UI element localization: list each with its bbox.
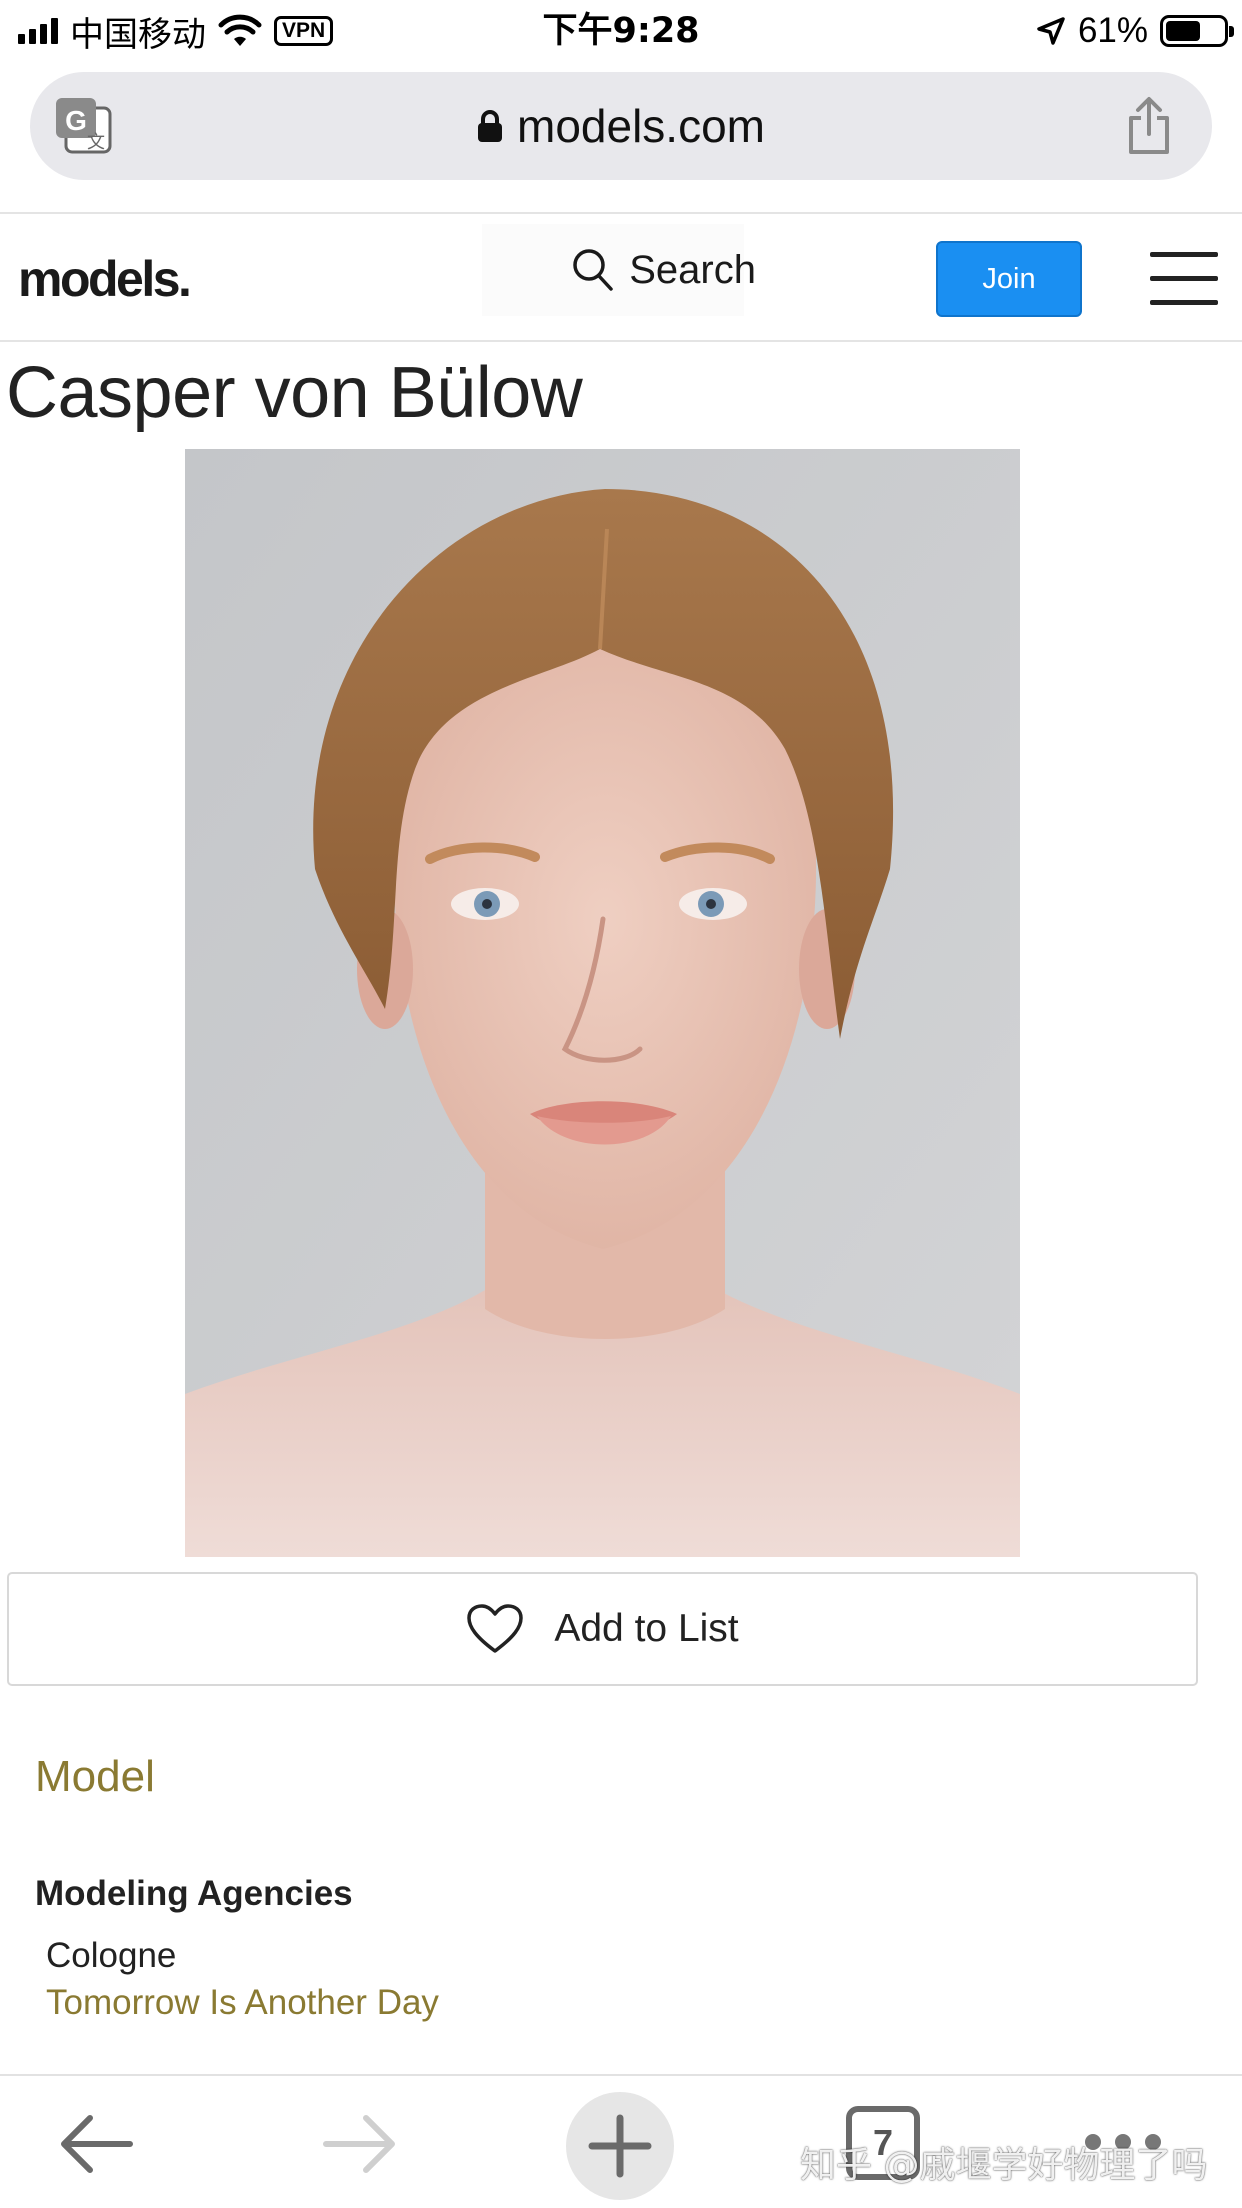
share-icon[interactable] bbox=[1124, 96, 1174, 156]
model-category[interactable]: Model bbox=[35, 1752, 155, 1802]
site-header: models. Search Join bbox=[0, 212, 1242, 342]
site-logo[interactable]: models. bbox=[18, 250, 192, 308]
join-button[interactable]: Join bbox=[936, 241, 1082, 317]
tabs-icon[interactable]: 7 bbox=[846, 2106, 920, 2180]
agency-link[interactable]: Tomorrow Is Another Day bbox=[46, 1983, 439, 2023]
battery-icon bbox=[1160, 15, 1234, 47]
lock-icon bbox=[478, 110, 503, 142]
back-arrow-icon[interactable] bbox=[56, 2112, 136, 2176]
vpn-badge: VPN bbox=[274, 16, 334, 46]
search-label: Search bbox=[629, 247, 756, 292]
status-bar: 中国移动 VPN 下午9:28 61% bbox=[0, 0, 1242, 62]
search-icon bbox=[573, 249, 613, 291]
battery-percent: 61% bbox=[1077, 11, 1148, 50]
hamburger-menu-icon[interactable] bbox=[1150, 252, 1218, 306]
carrier-name: 中国移动 bbox=[70, 14, 206, 55]
heart-icon bbox=[467, 1604, 524, 1653]
search-button[interactable]: Search bbox=[482, 224, 756, 316]
url-text: models.com bbox=[517, 100, 765, 152]
model-name: Casper von Bülow bbox=[6, 353, 583, 433]
plus-icon bbox=[588, 2114, 652, 2178]
status-right: 61% bbox=[1036, 8, 1234, 54]
add-to-list-button[interactable]: Add to List bbox=[7, 1572, 1198, 1686]
more-dots-icon[interactable] bbox=[1085, 2134, 1161, 2150]
status-left: 中国移动 VPN bbox=[18, 8, 334, 55]
new-tab-button[interactable] bbox=[566, 2092, 674, 2200]
forward-arrow-icon[interactable] bbox=[320, 2112, 400, 2176]
signal-icon bbox=[18, 18, 58, 44]
agency-city: Cologne bbox=[46, 1936, 177, 1975]
model-photo[interactable] bbox=[185, 449, 1020, 1557]
address-bar[interactable]: G 文 models.com bbox=[30, 72, 1212, 180]
location-arrow-icon bbox=[1037, 17, 1065, 45]
add-to-list-label: Add to List bbox=[554, 1607, 739, 1650]
battery-fill bbox=[1166, 21, 1201, 41]
agencies-heading: Modeling Agencies bbox=[35, 1874, 353, 1913]
wifi-icon bbox=[218, 14, 262, 46]
url-display[interactable]: models.com bbox=[30, 72, 1212, 180]
portrait-illustration bbox=[185, 449, 1020, 1557]
browser-toolbar: 7 bbox=[0, 2074, 1242, 2208]
